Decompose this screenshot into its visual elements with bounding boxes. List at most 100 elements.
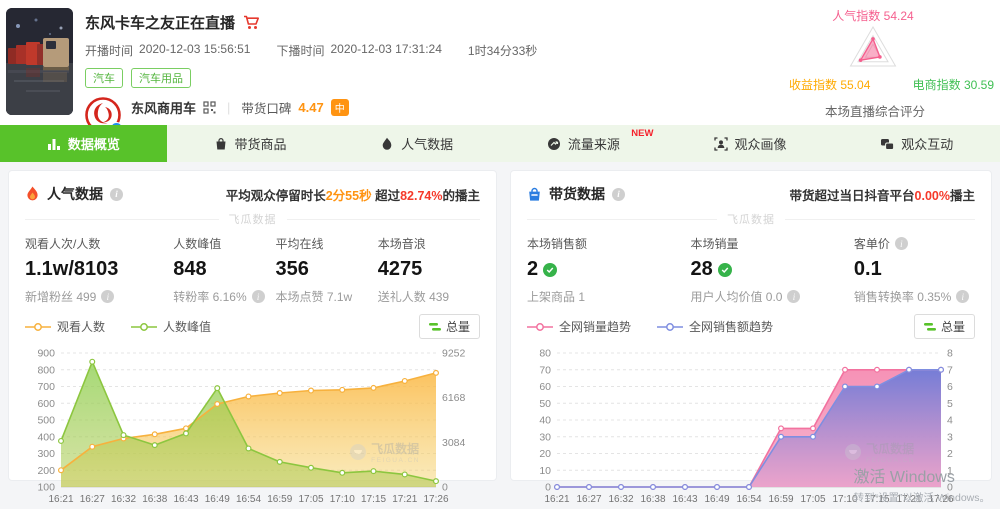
svg-text:9252: 9252 xyxy=(442,348,466,360)
nav-tab-traffic[interactable]: 流量来源 NEW xyxy=(500,125,667,162)
revenue-index: 收益指数 55.04 xyxy=(789,76,870,93)
stat-label: 观看人次/人数 xyxy=(25,235,173,252)
popularity-panel: 人气数据 i 平均观众停留时长2分55秒 超过82.74%的播主 飞瓜数据 观看… xyxy=(8,170,497,481)
category-tags: 汽车汽车用品 xyxy=(85,68,537,88)
svg-text:17:15: 17:15 xyxy=(361,494,386,505)
svg-text:30: 30 xyxy=(539,431,551,443)
legend-label: 全网销量趋势 xyxy=(559,318,631,335)
watermark-divider: 飞瓜数据 xyxy=(25,211,480,227)
popularity-stats: 观看人次/人数1.1w/8103新增粉丝 499i人数峰值848转粉率 6.16… xyxy=(25,235,480,305)
reputation-label: 带货口碑 xyxy=(241,98,291,117)
svg-text:600: 600 xyxy=(37,398,55,410)
sales-headline: 带货超过当日抖音平台0.00%播主 xyxy=(790,185,975,204)
divider: | xyxy=(227,100,230,115)
legend-marker-icon xyxy=(657,322,683,332)
info-icon[interactable]: i xyxy=(252,290,265,303)
stat-label: 本场销量 xyxy=(690,235,853,252)
nav-tab-audience[interactable]: 观众画像 xyxy=(667,125,834,162)
retention-headline: 平均观众停留时长2分55秒 超过82.74%的播主 xyxy=(226,185,480,204)
svg-text:16:32: 16:32 xyxy=(608,494,633,505)
svg-text:300: 300 xyxy=(37,448,55,460)
svg-text:16:54: 16:54 xyxy=(236,494,261,505)
info-icon[interactable]: i xyxy=(956,290,969,303)
info-icon[interactable]: i xyxy=(612,188,625,201)
end-time-value: 2020-12-03 17:31:24 xyxy=(330,42,441,59)
sales-panel: 带货数据 i 带货超过当日抖音平台0.00%播主 飞瓜数据 本场销售额2上架商品… xyxy=(510,170,992,481)
panel-title: 带货数据 xyxy=(549,184,605,204)
stat-value: 2 xyxy=(527,258,690,281)
total-icon xyxy=(429,322,441,332)
nav-tab-interaction[interactable]: 观众互动 xyxy=(833,125,1000,162)
nav-tab-overview[interactable]: 数据概览 xyxy=(0,125,167,162)
legend-item-0[interactable]: 观看人数 xyxy=(25,318,105,335)
total-toggle-button[interactable]: 总量 xyxy=(419,314,480,339)
stat-item-0: 观看人次/人数1.1w/8103新增粉丝 499i xyxy=(25,235,173,305)
svg-text:16:49: 16:49 xyxy=(205,494,230,505)
windows-activation-watermark: 激活 Windows 转到“设置”以激活 Windows。 xyxy=(853,463,990,505)
brand-name[interactable]: 东风商用车 xyxy=(131,98,196,117)
radar-caption: 本场直播综合评分 xyxy=(789,101,961,120)
flame-icon xyxy=(25,186,40,202)
stat-value: 28 xyxy=(690,258,853,281)
stat-sub: 销售转换率 0.35%i xyxy=(854,288,975,305)
reputation-level-badge: 中 xyxy=(331,99,349,116)
svg-text:700: 700 xyxy=(37,381,55,393)
svg-text:900: 900 xyxy=(37,348,55,360)
cart-icon xyxy=(243,15,260,30)
legend-marker-icon xyxy=(25,322,51,332)
svg-text:17:21: 17:21 xyxy=(392,494,417,505)
nav-tab-products[interactable]: 带货商品 xyxy=(167,125,334,162)
legend-item-1[interactable]: 人数峰值 xyxy=(131,318,211,335)
category-tag-0[interactable]: 汽车 xyxy=(85,68,123,88)
legend-item-0[interactable]: 全网销量趋势 xyxy=(527,318,631,335)
stat-label: 本场音浪 xyxy=(378,235,480,252)
interaction-icon xyxy=(880,137,894,151)
start-time-label: 开播时间 xyxy=(85,42,133,59)
svg-text:50: 50 xyxy=(539,398,551,410)
svg-text:200: 200 xyxy=(37,465,55,477)
popularity-trend-chart[interactable]: 9008007006005004003002001009252616830840… xyxy=(25,341,482,509)
qr-code-icon[interactable] xyxy=(203,101,216,114)
svg-text:16:27: 16:27 xyxy=(576,494,601,505)
stat-sub: 上架商品 1 xyxy=(527,288,690,305)
chart-bars-icon xyxy=(47,137,61,151)
truck-scene-image xyxy=(6,8,73,115)
svg-text:17:10: 17:10 xyxy=(330,494,355,505)
stat-value: 0.1 xyxy=(854,258,975,281)
svg-text:16:59: 16:59 xyxy=(768,494,793,505)
live-cover-thumbnail[interactable] xyxy=(6,8,73,115)
nav-tab-label: 人气数据 xyxy=(401,134,453,153)
svg-text:7: 7 xyxy=(947,364,953,376)
nav-tabs: 数据概览带货商品 人气数据 流量来源 NEW 观众画像 观众互动 xyxy=(0,125,1000,162)
category-tag-1[interactable]: 汽车用品 xyxy=(131,68,191,88)
svg-text:16:43: 16:43 xyxy=(672,494,697,505)
svg-text:5: 5 xyxy=(947,398,953,410)
svg-text:16:21: 16:21 xyxy=(48,494,73,505)
info-icon[interactable]: i xyxy=(895,237,908,250)
info-icon[interactable]: i xyxy=(110,188,123,201)
total-icon xyxy=(924,322,936,332)
check-icon xyxy=(543,263,557,277)
sales-stats: 本场销售额2上架商品 1本场销量28用户人均价值 0.0i客单价i0.1销售转换… xyxy=(527,235,975,305)
svg-text:400: 400 xyxy=(37,431,55,443)
stat-item-3: 本场音浪4275送礼人数 439 xyxy=(378,235,480,305)
svg-text:40: 40 xyxy=(539,415,551,427)
svg-text:6168: 6168 xyxy=(442,392,466,404)
legend-item-1[interactable]: 全网销售额趋势 xyxy=(657,318,773,335)
total-toggle-button[interactable]: 总量 xyxy=(914,314,975,339)
nav-tab-label: 观众画像 xyxy=(735,134,787,153)
audience-portrait-icon xyxy=(714,137,728,151)
info-icon[interactable]: i xyxy=(787,290,800,303)
nav-tab-popularity[interactable]: 人气数据 xyxy=(333,125,500,162)
info-icon[interactable]: i xyxy=(101,290,114,303)
svg-text:80: 80 xyxy=(539,348,551,360)
stat-label: 平均在线 xyxy=(276,235,378,252)
new-badge: NEW xyxy=(631,128,653,139)
stat-item-2: 平均在线356本场点赞 7.1w xyxy=(276,235,378,305)
nav-tab-label: 流量来源 xyxy=(568,134,620,153)
traffic-source-icon xyxy=(547,137,561,151)
legend-label: 人数峰值 xyxy=(163,318,211,335)
legend-marker-icon xyxy=(131,322,157,332)
flame-icon xyxy=(380,137,394,151)
stat-label: 人数峰值 xyxy=(173,235,275,252)
